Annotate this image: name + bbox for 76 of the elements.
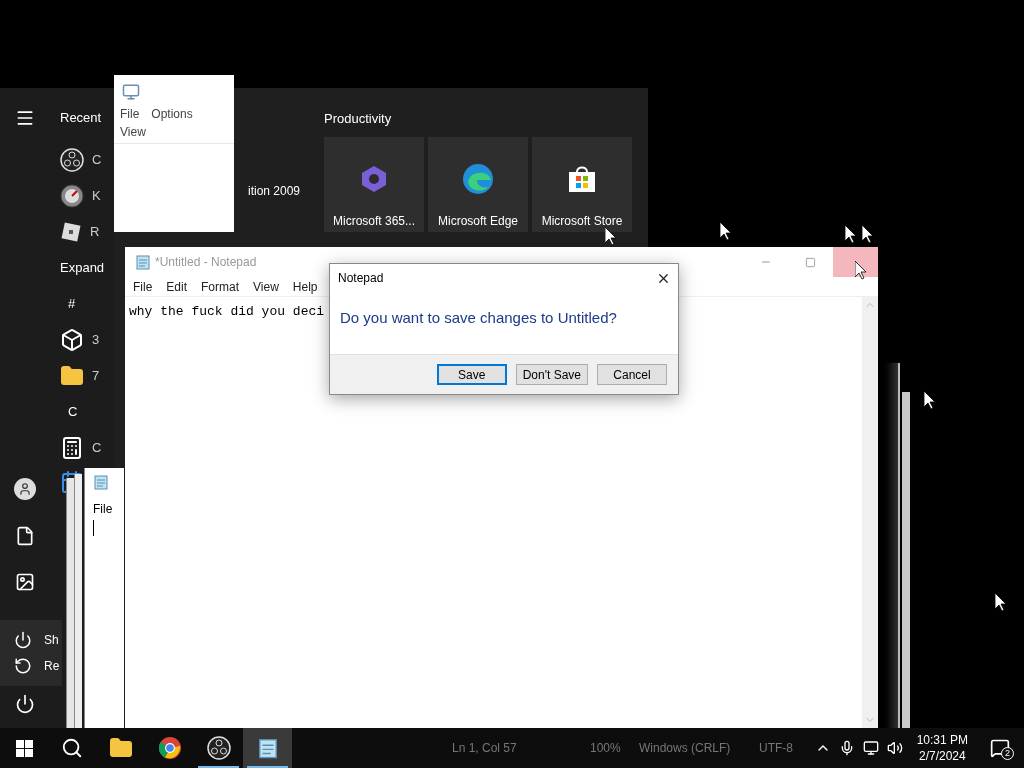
network-icon[interactable] [862, 740, 879, 756]
app-list-item[interactable]: C [60, 430, 114, 466]
user-icon [18, 482, 32, 496]
calculator-icon [60, 436, 84, 460]
status-text: UTF-8 [759, 740, 794, 757]
circle-logo-icon [60, 148, 84, 172]
group-title: Productivity [324, 110, 393, 128]
cube-icon [60, 221, 82, 243]
menu-item[interactable]: Edit [166, 277, 188, 296]
cursor-icon [720, 222, 732, 241]
power-option[interactable]: Re [14, 657, 62, 675]
menu-item[interactable]: Help [292, 277, 318, 296]
dialog-message: Do you want to save changes to Untitled? [340, 309, 617, 326]
dialog-title: Notepad [338, 270, 385, 287]
status-text: 100% [590, 740, 622, 757]
cursor-icon [855, 261, 867, 280]
recent-item[interactable]: R [60, 214, 114, 250]
monitor-icon [122, 83, 140, 101]
notification-count: 2 [1001, 747, 1014, 760]
restart-icon [14, 657, 32, 675]
window-title: *Untitled - Notepad [155, 254, 258, 271]
wave-logo-icon [461, 161, 495, 196]
app-tile[interactable]: Microsoft 365... [324, 137, 424, 232]
app-tile[interactable]: Microsoft Edge [428, 137, 528, 232]
notepad-icon [93, 474, 109, 490]
menu-item[interactable]: Format [201, 277, 240, 296]
dialog-button[interactable]: Cancel [597, 364, 667, 385]
close-button[interactable] [833, 247, 878, 277]
cursor-icon [862, 225, 874, 244]
notepad-icon [135, 254, 151, 270]
menu-item[interactable]: File [120, 105, 140, 123]
menu-icon[interactable] [15, 108, 35, 128]
power-icon [14, 631, 32, 649]
letter-header[interactable]: # [60, 286, 114, 322]
menu-item[interactable]: File [93, 500, 124, 518]
user-avatar[interactable] [14, 478, 36, 500]
ring-logo-icon [157, 736, 182, 760]
menu-item[interactable]: File [133, 277, 153, 296]
menu-item[interactable]: View [253, 277, 279, 296]
status-text: Ln 1, Col 57 [452, 740, 518, 757]
cursor-icon [845, 225, 857, 244]
letter-header[interactable]: C [60, 394, 114, 430]
volume-icon[interactable] [886, 740, 903, 756]
expand-link[interactable]: Expand [60, 250, 114, 286]
app-list-item[interactable]: 7 [60, 358, 114, 394]
search-icon [61, 737, 83, 759]
section-heading: Recent [60, 109, 103, 127]
power-option[interactable]: Sh [14, 631, 62, 649]
cube-icon [60, 328, 84, 352]
folder-icon [60, 364, 84, 388]
power-icon[interactable] [15, 694, 35, 714]
app-list-item[interactable]: 3 [60, 322, 114, 358]
clock[interactable]: 10:31 PM 2/7/2024 [910, 732, 974, 764]
windows-logo-icon [15, 739, 33, 757]
folder-icon [108, 736, 133, 760]
recent-item[interactable]: K [60, 178, 114, 214]
recent-item[interactable]: C [60, 142, 114, 178]
dialog-button[interactable]: Don't Save [515, 364, 588, 385]
tile-caption: ition 2009 [248, 184, 301, 198]
cursor-icon [605, 227, 617, 246]
taskbar-button[interactable] [243, 728, 292, 768]
menu-item[interactable]: View [120, 123, 146, 141]
app-tile[interactable]: Microsoft Store [532, 137, 632, 232]
document-icon[interactable] [15, 526, 35, 546]
gauge-icon [60, 184, 84, 208]
status-text: Windows (CRLF) [639, 740, 732, 757]
cursor-icon [995, 593, 1007, 612]
notepad-icon [256, 737, 279, 759]
cursor-icon [924, 391, 936, 410]
circle-logo-icon [206, 736, 231, 760]
hexagon-logo-icon [359, 163, 389, 194]
dialog-button[interactable]: Save [436, 364, 507, 385]
maximize-icon [805, 256, 816, 268]
scrollbar[interactable] [862, 297, 878, 728]
pictures-icon[interactable] [15, 572, 35, 592]
menu-item[interactable]: Options [151, 105, 193, 123]
